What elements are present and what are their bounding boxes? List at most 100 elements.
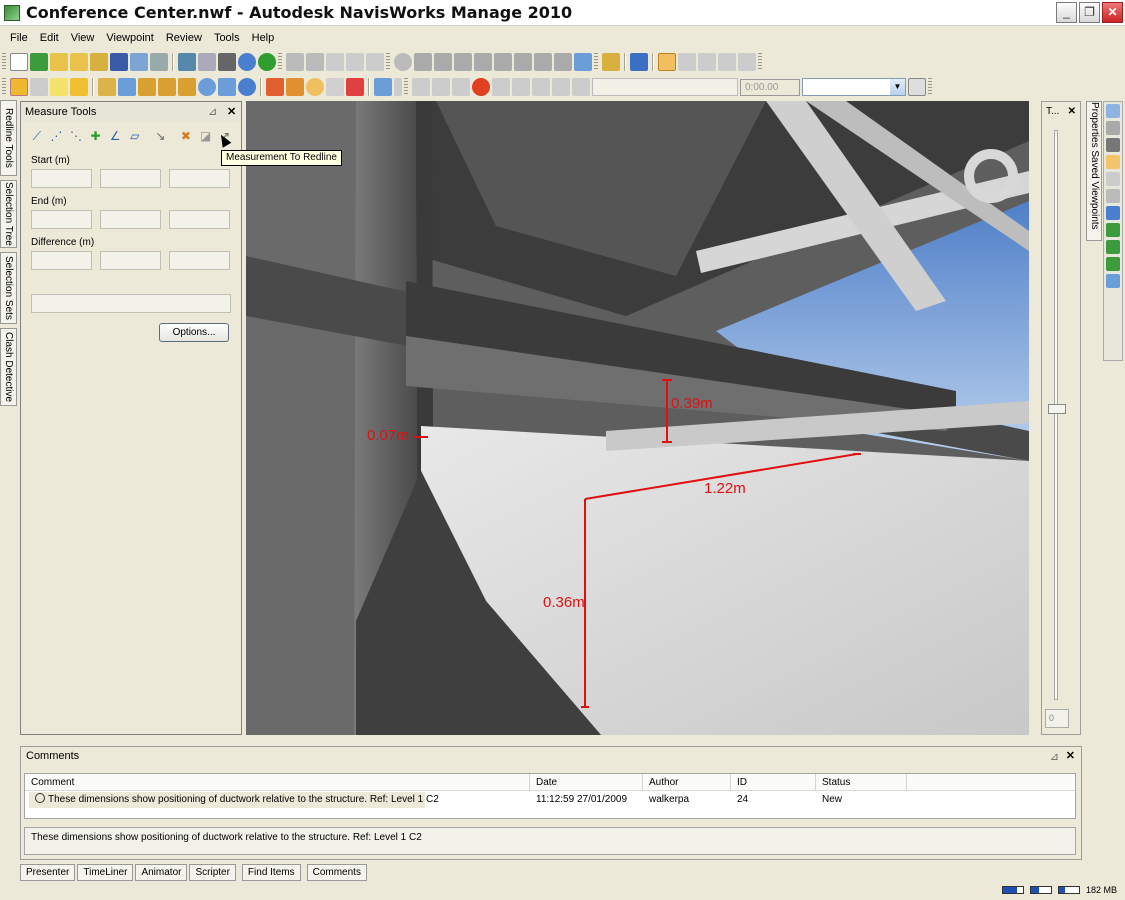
- eraser-icon[interactable]: [1106, 172, 1120, 186]
- full-render-icon[interactable]: [658, 53, 676, 71]
- merge-icon[interactable]: [70, 53, 88, 71]
- redo-icon[interactable]: [198, 53, 216, 71]
- redline-icon[interactable]: [10, 78, 28, 96]
- require-icon[interactable]: [346, 53, 364, 71]
- walk-icon[interactable]: [414, 53, 432, 71]
- select-box-icon[interactable]: [306, 53, 324, 71]
- look-around-icon[interactable]: [434, 53, 452, 71]
- tab-selection-tree[interactable]: Selection Tree: [0, 180, 17, 248]
- network-add-icon[interactable]: [1106, 240, 1120, 254]
- tab-redline-tools[interactable]: Redline Tools: [0, 100, 17, 176]
- cube-icon[interactable]: [1106, 189, 1120, 203]
- pan-icon[interactable]: [494, 53, 512, 71]
- difference-y-field[interactable]: [100, 251, 161, 270]
- maximize-button[interactable]: ❐: [1079, 2, 1100, 23]
- clear-icon[interactable]: ✖: [178, 128, 194, 144]
- pin-icon[interactable]: ⊿: [208, 105, 217, 118]
- 3d-viewport[interactable]: 0.39m 0.07m 1.22m 0.36m: [246, 101, 1029, 735]
- sphere-icon[interactable]: [1106, 121, 1120, 135]
- comments-icon[interactable]: [198, 78, 216, 96]
- wireframe-icon[interactable]: [698, 53, 716, 71]
- email-icon[interactable]: [150, 53, 168, 71]
- network-remove-icon[interactable]: [1106, 257, 1120, 271]
- orbit-icon[interactable]: [514, 53, 532, 71]
- accumulate-icon[interactable]: ✚: [88, 128, 104, 144]
- hide-unselected-icon[interactable]: [366, 53, 384, 71]
- refresh-icon[interactable]: [30, 53, 48, 71]
- right-dock-tabs[interactable]: Properties Saved Viewpoints: [1086, 101, 1102, 241]
- measure-icon[interactable]: [70, 78, 88, 96]
- render-style-icon[interactable]: [630, 53, 648, 71]
- link-icon[interactable]: [30, 78, 48, 96]
- tab-clash-detective[interactable]: Clash Detective: [0, 328, 17, 406]
- stop-icon[interactable]: [512, 78, 530, 96]
- navigation-mode-icon[interactable]: [394, 53, 412, 71]
- network-icon[interactable]: [1106, 223, 1120, 237]
- web-icon[interactable]: [238, 53, 256, 71]
- highlight-icon[interactable]: [1106, 155, 1120, 169]
- clash-detective-icon[interactable]: [98, 78, 116, 96]
- menu-help[interactable]: Help: [246, 32, 281, 44]
- step-forward-icon[interactable]: [552, 78, 570, 96]
- hidden-line-icon[interactable]: [718, 53, 736, 71]
- menu-tools[interactable]: Tools: [208, 32, 246, 44]
- difference-x-field[interactable]: [31, 251, 92, 270]
- start-z-field[interactable]: [169, 169, 230, 188]
- find-comments-icon[interactable]: [218, 78, 236, 96]
- shortest-distance-icon[interactable]: ↘: [153, 128, 169, 144]
- animation-time-field[interactable]: 0:00.00: [740, 78, 800, 96]
- print-icon[interactable]: [218, 53, 236, 71]
- presenter-icon[interactable]: [286, 78, 304, 96]
- animation-slider[interactable]: [592, 78, 738, 96]
- close-icon[interactable]: ✕: [227, 105, 236, 118]
- examine-icon[interactable]: [534, 53, 552, 71]
- tab-properties-saved-viewpoints[interactable]: Properties Saved Viewpoints: [1089, 102, 1100, 230]
- animation-settings-icon[interactable]: [908, 78, 926, 96]
- zoom-box-icon[interactable]: [474, 53, 492, 71]
- record-icon[interactable]: [472, 78, 490, 96]
- turntable-icon[interactable]: [574, 53, 592, 71]
- person-icon[interactable]: [1106, 206, 1120, 220]
- new-icon[interactable]: [10, 53, 28, 71]
- toolbar-grip[interactable]: [2, 53, 6, 71]
- tab-presenter[interactable]: Presenter: [20, 864, 76, 881]
- tab-find-items[interactable]: Find Items: [241, 864, 301, 881]
- menu-view[interactable]: View: [65, 32, 101, 44]
- end-z-field[interactable]: [169, 210, 230, 229]
- select-icon[interactable]: [286, 53, 304, 71]
- minimize-button[interactable]: _: [1056, 2, 1077, 23]
- chevron-down-icon[interactable]: [394, 78, 402, 96]
- collision-icon[interactable]: [602, 53, 620, 71]
- end-x-field[interactable]: [31, 210, 92, 229]
- menu-viewpoint[interactable]: Viewpoint: [100, 32, 160, 44]
- timeliner-icon[interactable]: [266, 78, 284, 96]
- end-y-field[interactable]: [100, 210, 161, 229]
- difference-z-field[interactable]: [169, 251, 230, 270]
- menu-file[interactable]: File: [4, 32, 34, 44]
- animation-select[interactable]: ▼: [802, 78, 906, 96]
- play-backwards-icon[interactable]: [452, 78, 470, 96]
- open-icon[interactable]: [50, 53, 68, 71]
- start-y-field[interactable]: [100, 169, 161, 188]
- close-button[interactable]: ✕: [1102, 2, 1123, 23]
- text-icon[interactable]: [738, 53, 756, 71]
- properties-icon[interactable]: [178, 78, 196, 96]
- save-icon[interactable]: [110, 53, 128, 71]
- point-to-point-icon[interactable]: ⟋: [29, 128, 45, 144]
- append-icon[interactable]: [90, 53, 108, 71]
- viewpoint-icon[interactable]: [374, 78, 392, 96]
- tilt-slider-thumb[interactable]: [1048, 404, 1066, 414]
- info-icon[interactable]: [238, 78, 256, 96]
- angle-icon[interactable]: ∠: [107, 128, 123, 144]
- layers-icon[interactable]: [1106, 104, 1120, 118]
- selection-sets-icon[interactable]: [138, 78, 156, 96]
- clock-icon[interactable]: [306, 78, 324, 96]
- fast-forward-icon[interactable]: [572, 78, 590, 96]
- tab-selection-sets[interactable]: Selection Sets: [0, 252, 17, 324]
- step-back-icon[interactable]: [432, 78, 450, 96]
- shaded-icon[interactable]: [678, 53, 696, 71]
- close-icon[interactable]: ✕: [1066, 749, 1075, 762]
- undo-icon[interactable]: [178, 53, 196, 71]
- animator-icon[interactable]: [326, 78, 344, 96]
- area-icon[interactable]: ▱: [127, 128, 143, 144]
